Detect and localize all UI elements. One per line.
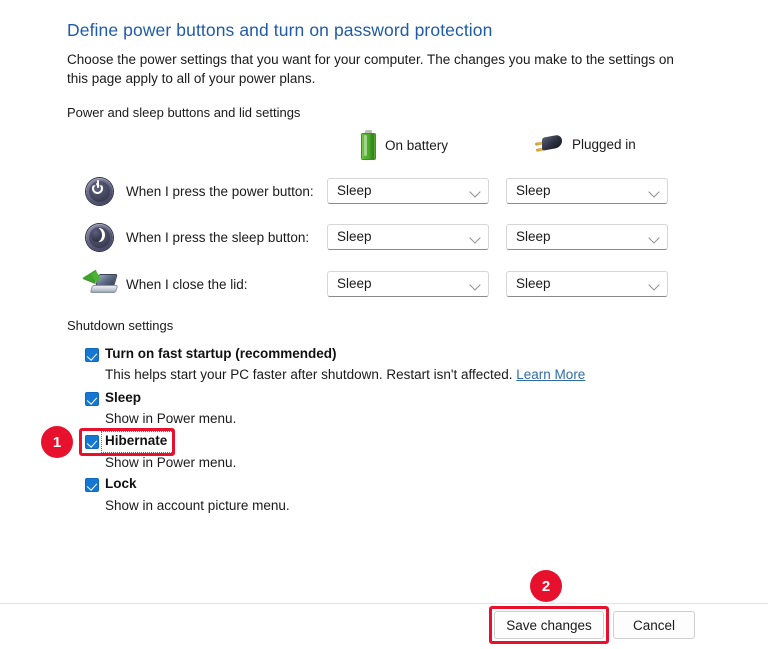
column-header-label: On battery <box>385 137 449 153</box>
column-header-label: Plugged in <box>572 136 636 152</box>
shutdown-option-label: Lock <box>105 476 137 491</box>
lock-description: Show in account picture menu. <box>105 498 290 513</box>
power-button-on-battery-select[interactable]: Sleep <box>327 178 489 204</box>
hibernate-highlight-box <box>79 428 175 456</box>
setting-row-label: When I press the power button: <box>126 184 314 199</box>
power-button-icon <box>84 175 118 209</box>
group-header-label: Shutdown settings <box>67 319 182 333</box>
chevron-down-icon <box>648 279 660 291</box>
sleep-button-on-battery-select[interactable]: Sleep <box>327 224 489 250</box>
learn-more-link[interactable]: Learn More <box>516 367 585 382</box>
column-header-on-battery: On battery <box>361 130 448 160</box>
select-value: Sleep <box>516 183 551 198</box>
hibernate-description: Show in Power menu. <box>105 455 237 470</box>
sleep-checkbox[interactable] <box>85 392 99 406</box>
sleep-button-plugged-in-select[interactable]: Sleep <box>506 224 668 250</box>
laptop-lid-icon <box>82 268 119 302</box>
page-title: Define power buttons and turn on passwor… <box>67 20 493 40</box>
group-header-shutdown: Shutdown settings <box>67 319 682 333</box>
column-header-plugged-in: Plugged in <box>534 134 636 154</box>
battery-icon <box>361 130 376 160</box>
select-value: Sleep <box>516 276 551 291</box>
select-value: Sleep <box>337 183 372 198</box>
shutdown-option-label: Turn on fast startup (recommended) <box>105 346 337 361</box>
fast-startup-checkbox[interactable] <box>85 348 99 362</box>
power-plug-icon <box>534 134 563 154</box>
power-button-plugged-in-select[interactable]: Sleep <box>506 178 668 204</box>
group-header-power-sleep-lid: Power and sleep buttons and lid settings <box>67 106 682 120</box>
lock-checkbox[interactable] <box>85 478 99 492</box>
select-value: Sleep <box>337 229 372 244</box>
select-value: Sleep <box>516 229 551 244</box>
group-header-label: Power and sleep buttons and lid settings <box>67 106 309 120</box>
chevron-down-icon <box>469 232 481 244</box>
chevron-down-icon <box>648 186 660 198</box>
setting-row-label: When I close the lid: <box>126 277 248 292</box>
page-description: Choose the power settings that you want … <box>67 52 674 86</box>
annotation-badge-1: 1 <box>41 426 73 458</box>
cancel-button[interactable]: Cancel <box>613 611 695 639</box>
setting-row-label: When I press the sleep button: <box>126 230 310 245</box>
sleep-moon-icon <box>84 221 118 255</box>
annotation-badge-2: 2 <box>530 570 562 602</box>
chevron-down-icon <box>469 279 481 291</box>
close-lid-plugged-in-select[interactable]: Sleep <box>506 271 668 297</box>
shutdown-option-label: Sleep <box>105 390 142 405</box>
footer-divider <box>0 603 768 604</box>
close-lid-on-battery-select[interactable]: Sleep <box>327 271 489 297</box>
chevron-down-icon <box>469 186 481 198</box>
save-changes-highlight-box <box>489 606 609 644</box>
select-value: Sleep <box>337 276 372 291</box>
fast-startup-description: This helps start your PC faster after sh… <box>105 367 586 382</box>
chevron-down-icon <box>648 232 660 244</box>
sleep-description: Show in Power menu. <box>105 411 237 426</box>
power-options-dialog: Define power buttons and turn on passwor… <box>0 0 768 649</box>
